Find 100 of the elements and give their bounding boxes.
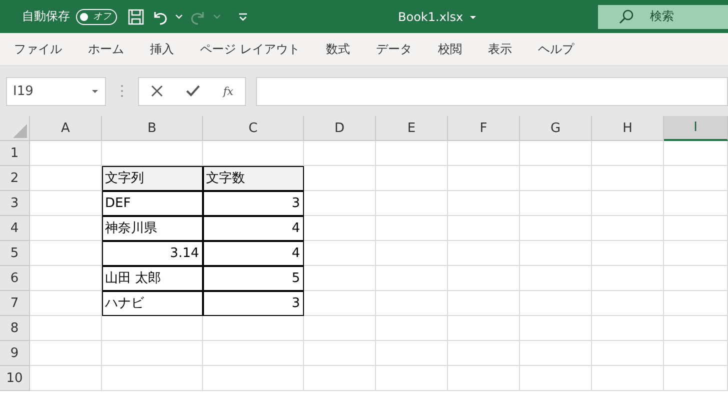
- column-header[interactable]: G: [520, 116, 592, 141]
- row-header[interactable]: 7: [0, 291, 30, 316]
- grid-cell[interactable]: [664, 241, 728, 266]
- grid-cell[interactable]: [448, 341, 520, 366]
- search-field[interactable]: 検索: [598, 4, 728, 28]
- grid-cell[interactable]: [376, 316, 448, 341]
- check-icon[interactable]: [186, 85, 200, 97]
- grid-cell[interactable]: [102, 316, 203, 341]
- grid-cell[interactable]: [520, 266, 592, 291]
- grid-cell[interactable]: [304, 166, 376, 191]
- grid-cell[interactable]: [376, 141, 448, 166]
- grid-cell[interactable]: [592, 191, 664, 216]
- column-header[interactable]: E: [376, 116, 448, 141]
- ribbon-tab[interactable]: ファイル: [14, 40, 62, 58]
- row-header[interactable]: 3: [0, 191, 30, 216]
- grid-cell[interactable]: [520, 366, 592, 391]
- grid-cell[interactable]: [448, 366, 520, 391]
- grid-cell[interactable]: [592, 266, 664, 291]
- grid-cell[interactable]: [30, 216, 102, 241]
- grid-cell[interactable]: [592, 316, 664, 341]
- file-name[interactable]: Book1.xlsx: [398, 10, 464, 24]
- grid-cell[interactable]: [448, 241, 520, 266]
- ribbon-tab[interactable]: ホーム: [88, 40, 124, 58]
- row-header[interactable]: 10: [0, 366, 30, 391]
- grid-cell[interactable]: [102, 341, 203, 366]
- grid-cell[interactable]: [448, 216, 520, 241]
- grid-cell[interactable]: [520, 141, 592, 166]
- ribbon-tab[interactable]: ヘルプ: [538, 40, 574, 58]
- select-all-icon[interactable]: [13, 124, 27, 138]
- row-header[interactable]: 2: [0, 166, 30, 191]
- grid-cell[interactable]: [448, 291, 520, 316]
- ribbon-tab[interactable]: データ: [376, 40, 412, 58]
- grid-cell[interactable]: [376, 266, 448, 291]
- save-icon[interactable]: [127, 8, 145, 26]
- column-header[interactable]: H: [592, 116, 664, 141]
- formula-input[interactable]: [256, 76, 728, 106]
- grid-cell[interactable]: [30, 266, 102, 291]
- row-header[interactable]: 6: [0, 266, 30, 291]
- row-header[interactable]: 8: [0, 316, 30, 341]
- grid-cell[interactable]: [304, 266, 376, 291]
- grid-cell[interactable]: [102, 366, 203, 391]
- column-header[interactable]: D: [304, 116, 376, 141]
- column-header[interactable]: A: [30, 116, 102, 141]
- grid-cell[interactable]: [592, 291, 664, 316]
- grid-cell[interactable]: [376, 191, 448, 216]
- grid-cell[interactable]: [664, 291, 728, 316]
- grid-cell[interactable]: [304, 366, 376, 391]
- grid-cell[interactable]: [592, 241, 664, 266]
- grid-cell[interactable]: [592, 216, 664, 241]
- grid-cell[interactable]: [448, 266, 520, 291]
- grid-cell[interactable]: [664, 141, 728, 166]
- grid-cell[interactable]: [203, 341, 304, 366]
- grid-cell[interactable]: [664, 166, 728, 191]
- row-header[interactable]: 5: [0, 241, 30, 266]
- grid-cell[interactable]: [376, 166, 448, 191]
- grid-cell[interactable]: [30, 141, 102, 166]
- ribbon-tab[interactable]: ページ レイアウト: [200, 40, 300, 58]
- grid-cell[interactable]: [592, 366, 664, 391]
- column-header[interactable]: C: [203, 116, 304, 141]
- grid-cell[interactable]: [520, 291, 592, 316]
- ribbon-tab[interactable]: 挿入: [150, 40, 174, 58]
- grid-cell[interactable]: [304, 216, 376, 241]
- grid-cell[interactable]: [448, 141, 520, 166]
- grid-cell[interactable]: [376, 291, 448, 316]
- grid-cell[interactable]: [664, 341, 728, 366]
- row-header[interactable]: 9: [0, 341, 30, 366]
- grid-cell[interactable]: [203, 366, 304, 391]
- grid-cell[interactable]: [664, 316, 728, 341]
- grid-cell[interactable]: [203, 316, 304, 341]
- grid-cell[interactable]: [304, 316, 376, 341]
- row-header[interactable]: 1: [0, 141, 30, 166]
- row-header[interactable]: 4: [0, 216, 30, 241]
- grid-cell[interactable]: [376, 216, 448, 241]
- grid-cell[interactable]: [592, 141, 664, 166]
- autosave-toggle[interactable]: オフ: [76, 8, 117, 24]
- caret-icon[interactable]: [175, 14, 183, 19]
- grid-cell[interactable]: [520, 216, 592, 241]
- grid-cell[interactable]: [30, 291, 102, 316]
- ribbon-tab[interactable]: 表示: [488, 40, 512, 58]
- grid-cell[interactable]: [664, 366, 728, 391]
- grid-cell[interactable]: [448, 166, 520, 191]
- grid-cell[interactable]: [30, 241, 102, 266]
- grid-cell[interactable]: [592, 341, 664, 366]
- grid-cell[interactable]: [304, 341, 376, 366]
- grid-cell[interactable]: [664, 191, 728, 216]
- cancel-icon[interactable]: [150, 85, 163, 97]
- ribbon-tab[interactable]: 数式: [326, 40, 350, 58]
- grid-cell[interactable]: [304, 141, 376, 166]
- grid-cell[interactable]: [376, 366, 448, 391]
- grid-cell[interactable]: [30, 366, 102, 391]
- grid-cell[interactable]: [376, 241, 448, 266]
- grid-cell[interactable]: [304, 191, 376, 216]
- grid-cell[interactable]: [664, 216, 728, 241]
- grid-cell[interactable]: [30, 191, 102, 216]
- grid-cell[interactable]: [304, 291, 376, 316]
- grid-cell[interactable]: [520, 316, 592, 341]
- grid-cell[interactable]: [30, 316, 102, 341]
- grid-cell[interactable]: [520, 166, 592, 191]
- grid-cell[interactable]: [376, 341, 448, 366]
- name-box[interactable]: I19: [6, 76, 106, 106]
